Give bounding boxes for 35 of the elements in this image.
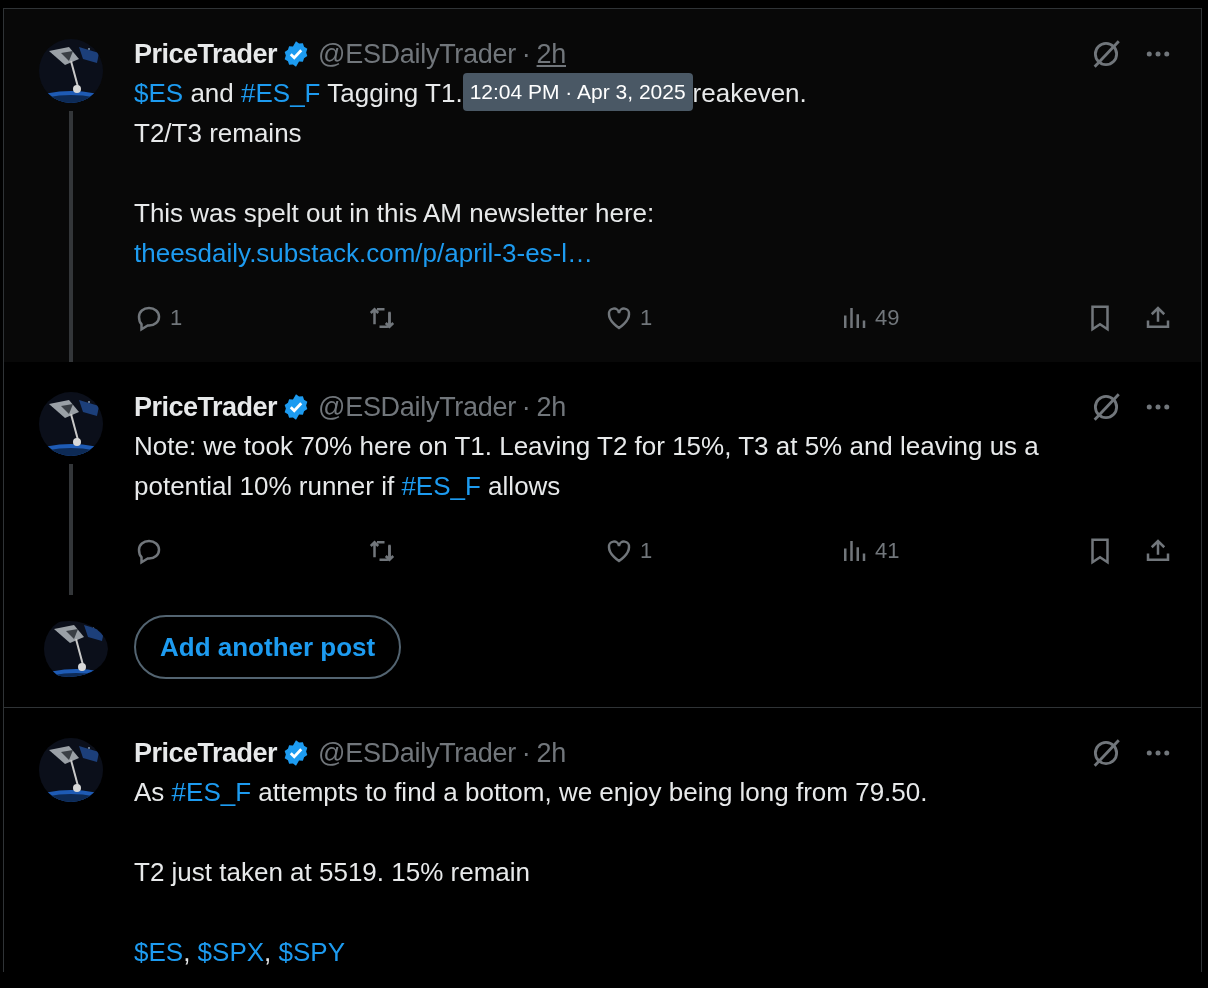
view-count: 41 xyxy=(875,538,900,564)
hashtag-link[interactable]: #ES_F xyxy=(401,471,481,501)
post-text: T2/T3 remains xyxy=(134,117,302,150)
view-count: 49 xyxy=(875,305,900,331)
post-time[interactable]: 2h xyxy=(536,391,566,423)
user-handle[interactable]: @ESDailyTrader xyxy=(318,391,516,423)
post-text: $ES, $SPX, $SPY xyxy=(134,936,346,969)
post-text: This was spelt out in this AM newsletter here: xyxy=(134,197,655,230)
cashtag-link[interactable]: $SPY xyxy=(278,937,346,967)
cashtag-link[interactable]: $ES xyxy=(134,937,184,967)
url-link[interactable]: theesdaily.substack.com/p/april-3-es-l… xyxy=(134,238,594,268)
hashtag-link[interactable]: #ES_F xyxy=(171,777,252,807)
add-post-button[interactable]: Add another post xyxy=(134,615,402,679)
post-text: $ES and #ES_F Tagging T1. 12:04 PM · Apr 3, 2025 reakeven. xyxy=(134,73,807,113)
display-name[interactable]: PriceTrader xyxy=(134,391,278,423)
separator-dot: · xyxy=(521,391,531,423)
separator-dot: · xyxy=(521,737,531,769)
reply-count: 1 xyxy=(170,305,183,331)
hashtag-link[interactable]: #ES_F xyxy=(241,78,321,108)
post-time[interactable]: 2h xyxy=(536,737,566,769)
post-text: potential 10% runner if #ES_F allows xyxy=(134,470,561,503)
display-name[interactable]: PriceTrader xyxy=(134,737,278,769)
timestamp-tooltip: 12:04 PM · Apr 3, 2025 xyxy=(462,73,693,111)
cashtag-link[interactable]: $SPX xyxy=(197,937,265,967)
post-text: Note: we took 70% here on T1. Leaving T2 for 15%, T3 at 5% and leaving us a xyxy=(134,430,1039,463)
separator-dot: · xyxy=(521,38,531,70)
like-count: 1 xyxy=(640,305,653,331)
cashtag-link[interactable]: $ES xyxy=(134,78,184,108)
post-text: T2 just taken at 5519. 15% remain xyxy=(134,856,530,889)
display-name[interactable]: PriceTrader xyxy=(134,38,278,70)
like-count: 1 xyxy=(640,538,653,564)
post-time[interactable]: 2h xyxy=(536,38,566,70)
user-handle[interactable]: @ESDailyTrader xyxy=(318,737,516,769)
post-text: As #ES_F attempts to find a bottom, we enjoy being long from 79.50. xyxy=(134,776,928,809)
user-handle[interactable]: @ESDailyTrader xyxy=(318,38,516,70)
